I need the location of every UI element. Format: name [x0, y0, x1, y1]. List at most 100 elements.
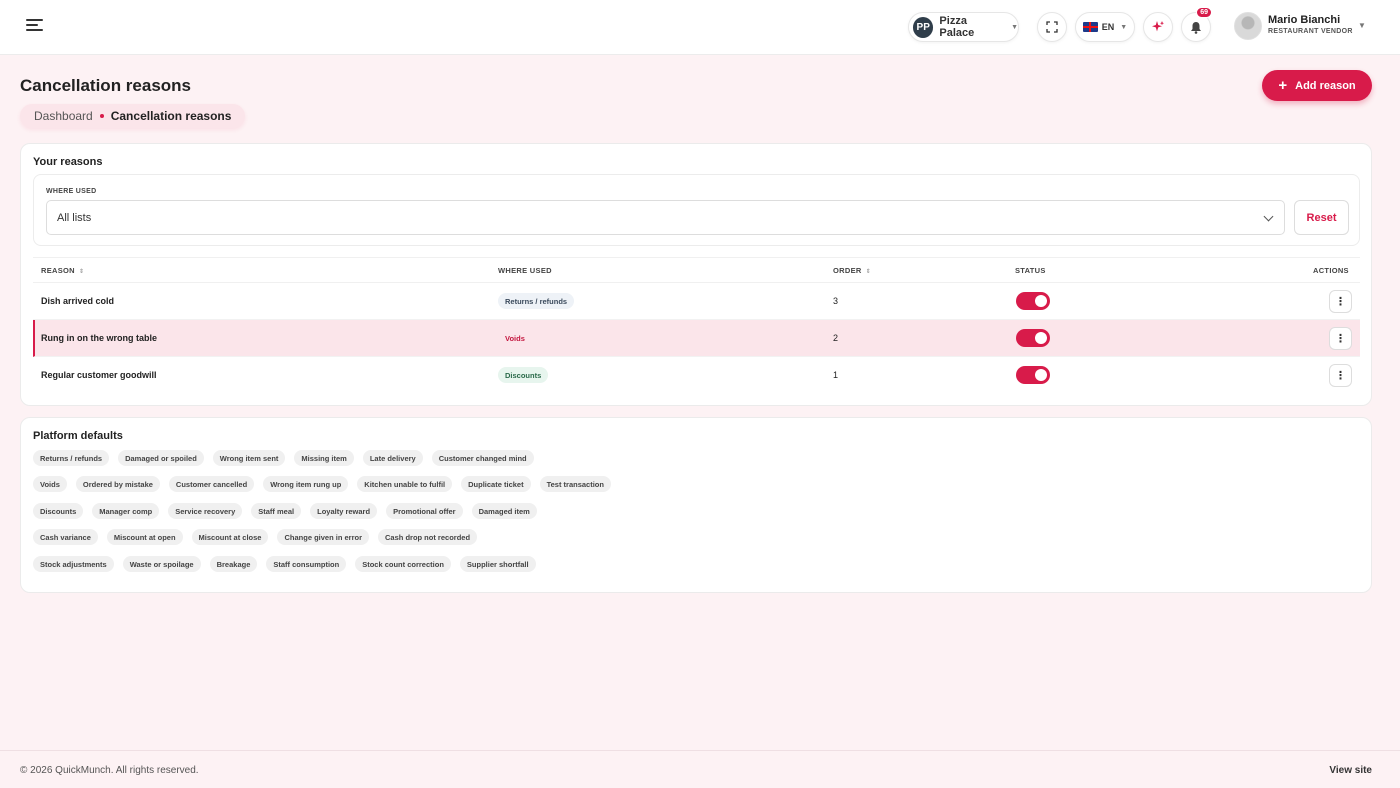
default-reason-chip: Cash drop not recorded	[378, 529, 478, 545]
language-switcher[interactable]: EN ▼	[1075, 12, 1135, 42]
default-reason-chip: Damaged or spoiled	[118, 450, 204, 466]
where-used-value: All lists	[57, 211, 92, 224]
notifications-button[interactable]: 69	[1181, 7, 1212, 42]
table-row: Regular customer goodwill Discounts 1 ⋮	[33, 357, 1360, 394]
store-switcher[interactable]: PP Pizza Palace ▼	[908, 12, 1019, 42]
user-name: Mario Bianchi	[1268, 14, 1341, 26]
top-bar: PP Pizza Palace ▼ EN ▼ 69 Mario Bianchi …	[0, 0, 1400, 55]
sparkles-icon	[1152, 21, 1164, 32]
defaults-group-voids: Voids Ordered by mistake Customer cancel…	[33, 476, 611, 492]
default-reason-chip: Wrong item sent	[212, 450, 286, 466]
default-reason-chip: Supplier shortfall	[459, 556, 536, 572]
default-reason-chip: Customer changed mind	[431, 450, 534, 466]
order-value: 2	[833, 333, 839, 343]
where-used-tag: Returns / refunds	[498, 293, 575, 309]
column-header-reason[interactable]: REASON ⇕	[41, 266, 84, 275]
default-reason-chip: Waste or spoilage	[122, 556, 201, 572]
breadcrumb: Dashboard Cancellation reasons	[20, 104, 246, 128]
order-value: 3	[833, 296, 839, 306]
reset-button[interactable]: Reset	[1294, 200, 1349, 235]
table-header: REASON ⇕ WHERE USED ORDER ⇕ STATUS ACTIONS	[33, 257, 1360, 283]
breadcrumb-dashboard-link[interactable]: Dashboard	[34, 109, 93, 123]
reason-name: Dish arrived cold	[41, 296, 115, 306]
category-chip: Returns / refunds	[33, 450, 110, 466]
row-actions-button[interactable]: ⋮	[1329, 327, 1352, 350]
bell-icon	[1191, 21, 1201, 34]
card-title: Platform defaults	[33, 430, 123, 442]
default-reason-chip: Missing item	[294, 450, 354, 466]
reason-name: Regular customer goodwill	[41, 370, 157, 380]
default-reason-chip: Promotional offer	[386, 503, 463, 519]
default-reason-chip: Service recovery	[168, 503, 243, 519]
default-reason-chip: Duplicate ticket	[461, 476, 531, 492]
uk-flag-icon	[1082, 22, 1098, 32]
menu-icon[interactable]	[26, 19, 43, 33]
plus-icon: +	[1278, 77, 1288, 94]
fullscreen-icon	[1046, 21, 1058, 33]
view-site-link[interactable]: View site	[1329, 765, 1372, 776]
language-code: EN	[1101, 22, 1115, 32]
defaults-group-discounts: Discounts Manager comp Service recovery …	[33, 503, 537, 519]
default-reason-chip: Miscount at close	[191, 529, 269, 545]
your-reasons-card: Your reasons WHERE USED All lists Reset …	[20, 143, 1372, 406]
default-reason-chip: Customer cancelled	[168, 476, 255, 492]
defaults-group-returns: Returns / refunds Damaged or spoiled Wro…	[33, 450, 534, 466]
breadcrumb-separator	[99, 114, 104, 118]
default-reason-chip: Ordered by mistake	[75, 476, 160, 492]
default-reason-chip: Miscount at open	[106, 529, 183, 545]
row-actions-button[interactable]: ⋮	[1329, 290, 1352, 313]
default-reason-chip: Change given in error	[277, 529, 370, 545]
row-actions-button[interactable]: ⋮	[1329, 364, 1352, 387]
footer: © 2026 QuickMunch. All rights reserved. …	[0, 750, 1400, 788]
category-chip: Voids	[33, 476, 67, 492]
where-used-tag: Discounts	[498, 367, 549, 383]
add-reason-button[interactable]: + Add reason	[1262, 70, 1372, 101]
ai-assistant-button[interactable]	[1143, 12, 1173, 42]
column-header-order[interactable]: ORDER ⇕	[833, 266, 871, 275]
fullscreen-button[interactable]	[1037, 12, 1067, 42]
default-reason-chip: Damaged item	[471, 503, 537, 519]
chevron-down-icon[interactable]: ▼	[1358, 21, 1366, 30]
notification-badge: 69	[1196, 7, 1212, 18]
card-title: Your reasons	[33, 156, 103, 168]
status-toggle[interactable]	[1016, 366, 1050, 384]
caret-down-icon: ▼	[1011, 23, 1018, 31]
column-header-status: STATUS	[1015, 266, 1046, 275]
table-row: Dish arrived cold Returns / refunds 3 ⋮	[33, 283, 1360, 320]
default-reason-chip: Kitchen unable to fulfil	[357, 476, 453, 492]
column-header-actions: ACTIONS	[1313, 266, 1349, 275]
avatar[interactable]	[1234, 12, 1262, 40]
where-used-tag: Voids	[498, 330, 532, 346]
add-reason-label: Add reason	[1295, 79, 1356, 92]
status-toggle[interactable]	[1016, 329, 1050, 347]
status-toggle[interactable]	[1016, 292, 1050, 310]
default-reason-chip: Stock count correction	[355, 556, 451, 572]
default-reason-chip: Loyalty reward	[310, 503, 378, 519]
category-chip: Discounts	[33, 503, 84, 519]
where-used-select[interactable]: All lists	[46, 200, 1285, 235]
caret-down-icon: ▼	[1120, 23, 1128, 31]
reason-name: Rung in on the wrong table	[41, 333, 157, 343]
page-title: Cancellation reasons	[20, 76, 192, 95]
default-reason-chip: Staff meal	[251, 503, 302, 519]
defaults-group-cash-variance: Cash variance Miscount at open Miscount …	[33, 529, 478, 545]
sort-icon: ⇕	[865, 269, 871, 275]
column-header-where-used: WHERE USED	[498, 266, 552, 275]
store-name: Pizza Palace	[939, 15, 975, 39]
default-reason-chip: Test transaction	[539, 476, 611, 492]
filter-label: WHERE USED	[46, 188, 97, 195]
store-avatar: PP	[913, 16, 934, 38]
default-reason-chip: Wrong item rung up	[263, 476, 349, 492]
default-reason-chip: Staff consumption	[266, 556, 347, 572]
copyright-text: © 2026 QuickMunch. All rights reserved.	[20, 765, 199, 776]
reasons-table: REASON ⇕ WHERE USED ORDER ⇕ STATUS ACTIONS…	[33, 257, 1360, 394]
table-row: Rung in on the wrong table Voids 2 ⋮	[33, 320, 1360, 357]
default-reason-chip: Breakage	[209, 556, 258, 572]
filter-panel: WHERE USED All lists Reset	[33, 174, 1360, 246]
category-chip: Stock adjustments	[33, 556, 114, 572]
chevron-down-icon	[1263, 211, 1274, 222]
order-value: 1	[833, 370, 839, 380]
platform-defaults-card: Platform defaults Returns / refunds Dama…	[20, 417, 1372, 593]
defaults-group-stock-adjustments: Stock adjustments Waste or spoilage Brea…	[33, 556, 536, 572]
user-role: RESTAURANT VENDOR	[1268, 28, 1353, 35]
